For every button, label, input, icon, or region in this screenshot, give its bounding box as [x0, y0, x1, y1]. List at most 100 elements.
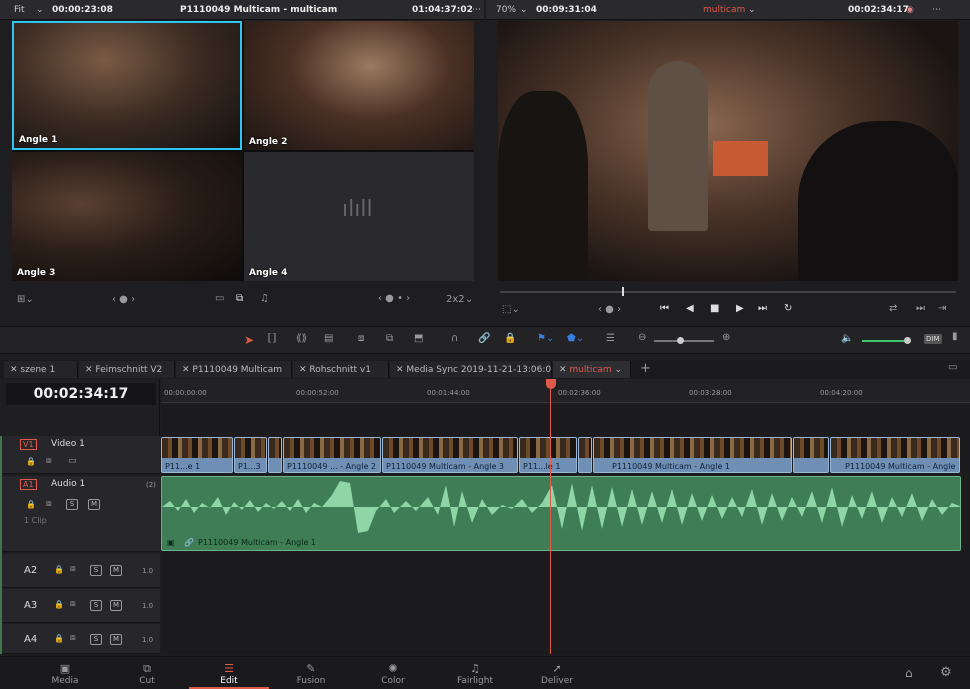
- mute-button[interactable]: M: [110, 565, 122, 576]
- page-color[interactable]: ✺ Color: [353, 658, 433, 689]
- go-to-start-icon[interactable]: ⏮: [660, 303, 669, 314]
- auto-select-icon[interactable]: ⧈: [70, 599, 76, 609]
- video-clip[interactable]: [268, 437, 282, 473]
- video-clip[interactable]: P1110049 Multicam - Angle 1: [830, 437, 960, 473]
- color-wheel-icon[interactable]: ◉: [906, 5, 914, 15]
- video-clip[interactable]: P1110049 Multicam - Angle 3: [382, 437, 518, 473]
- replace-clip-icon[interactable]: ⬒: [414, 333, 423, 344]
- loop-icon[interactable]: ↻: [784, 303, 792, 314]
- solo-button[interactable]: S: [90, 600, 102, 611]
- auto-select-icon[interactable]: ⧈: [46, 499, 52, 509]
- multicam-grid-icon[interactable]: ⊞⌄: [17, 294, 34, 305]
- mute-button[interactable]: M: [110, 600, 122, 611]
- stop-icon[interactable]: ■: [710, 303, 719, 314]
- zoom-in-icon[interactable]: ⊕: [722, 332, 730, 343]
- video-clip[interactable]: P1...3: [234, 437, 267, 473]
- tab-szene-1[interactable]: ✕ szene 1: [4, 361, 78, 378]
- overwrite-clip-icon[interactable]: ⧉: [386, 333, 393, 344]
- mute-button[interactable]: M: [88, 499, 100, 510]
- dynamic-trim-icon[interactable]: ⟪⟫: [296, 333, 307, 344]
- scrubber-playhead[interactable]: [622, 287, 624, 296]
- screen-icon[interactable]: ▭: [215, 293, 224, 304]
- volume-slider-handle[interactable]: [904, 337, 911, 344]
- speaker-icon[interactable]: 🔈: [841, 333, 853, 344]
- video-clip[interactable]: [578, 437, 592, 473]
- video-clip[interactable]: P11...e 1: [161, 437, 233, 473]
- timeline-ruler[interactable]: 00:00:00:00 00:00:52:00 00:01:44:00 00:0…: [161, 379, 970, 403]
- solo-button[interactable]: S: [90, 565, 102, 576]
- tab-p1110049-multicam[interactable]: ✕ P1110049 Multicam: [176, 361, 292, 378]
- angle-page-nav[interactable]: ‹ ● • ›: [378, 293, 410, 304]
- trim-tool-icon[interactable]: ⟦⟧: [267, 333, 277, 344]
- chevron-down-icon[interactable]: ⌄: [612, 365, 623, 375]
- track-id-badge[interactable]: A1: [20, 479, 37, 490]
- angle-4-tile[interactable]: ılıll Angle 4: [244, 152, 474, 281]
- lock-icon[interactable]: 🔒: [54, 600, 64, 609]
- volume-slider[interactable]: [862, 340, 908, 342]
- video-clip[interactable]: [793, 437, 829, 473]
- timeline-options-icon[interactable]: ▭: [948, 362, 957, 373]
- page-fusion[interactable]: ✎ Fusion: [271, 658, 351, 689]
- track-visibility-icon[interactable]: ▭: [68, 456, 77, 466]
- more-options-icon[interactable]: ⋯: [472, 5, 481, 15]
- fit-dropdown[interactable]: Fit: [14, 5, 25, 15]
- go-to-end-icon[interactable]: ⏭: [758, 303, 767, 314]
- lock-icon[interactable]: 🔒: [26, 500, 36, 509]
- tab-multicam[interactable]: ✕ multicam ⌄: [553, 361, 631, 378]
- match-frame-icon[interactable]: ⇄: [889, 303, 897, 314]
- zoom-slider[interactable]: [654, 340, 714, 342]
- grid-size-dropdown[interactable]: 2x2: [446, 294, 465, 305]
- previous-edit-icon[interactable]: ⏭: [916, 303, 925, 314]
- flag-icon[interactable]: ⚑⌄: [537, 333, 554, 344]
- close-icon[interactable]: ✕: [559, 365, 569, 375]
- auto-select-icon[interactable]: ⧈: [46, 456, 52, 466]
- video-clip[interactable]: P11...le 1: [519, 437, 577, 473]
- program-scrubber[interactable]: [500, 291, 956, 293]
- home-icon[interactable]: ⌂: [905, 666, 913, 680]
- page-media[interactable]: ▣ Media: [25, 658, 105, 689]
- blade-tool-icon[interactable]: ▤: [324, 333, 333, 344]
- page-dots[interactable]: ‹ ● ›: [598, 304, 621, 315]
- solo-button[interactable]: S: [66, 499, 78, 510]
- timeline-timecode[interactable]: 00:02:34:17: [6, 383, 156, 405]
- close-icon[interactable]: ✕: [85, 365, 95, 375]
- linked-selection-icon[interactable]: 🔗: [478, 333, 490, 344]
- snapping-icon[interactable]: ∩: [451, 333, 458, 344]
- chevron-down-icon[interactable]: ⌄: [36, 5, 44, 15]
- page-cut[interactable]: ⧉ Cut: [107, 658, 187, 689]
- more-options-icon[interactable]: ⋯: [932, 5, 941, 15]
- zoom-dropdown[interactable]: 70%: [496, 5, 516, 15]
- angle-3-tile[interactable]: Angle 3: [12, 152, 242, 281]
- auto-select-icon[interactable]: ⧈: [70, 633, 76, 643]
- dim-button[interactable]: DIM: [924, 334, 942, 344]
- mute-button[interactable]: M: [110, 634, 122, 645]
- play-icon[interactable]: ▶: [736, 303, 744, 314]
- marker-icon[interactable]: ⬟⌄: [567, 333, 584, 344]
- insert-clip-icon[interactable]: ⧈: [358, 333, 364, 344]
- selection-tool-icon[interactable]: ➤: [244, 333, 254, 347]
- angle-2-tile[interactable]: Angle 2: [244, 21, 474, 150]
- page-edit[interactable]: ☰ Edit: [189, 658, 269, 689]
- page-deliver[interactable]: ➚ Deliver: [517, 658, 597, 689]
- add-tab-icon[interactable]: +: [640, 361, 651, 376]
- play-reverse-icon[interactable]: ◀: [686, 303, 694, 314]
- page-fairlight[interactable]: ♫ Fairlight: [435, 658, 515, 689]
- chevron-down-icon[interactable]: ⌄: [465, 294, 473, 305]
- close-icon[interactable]: ✕: [10, 365, 20, 375]
- audio-clip[interactable]: ▣ 🔗 P1110049 Multicam - Angle 1: [161, 476, 961, 551]
- position-lock-icon[interactable]: 🔒: [504, 333, 516, 344]
- video-clip[interactable]: P1110049 ... - Angle 2: [283, 437, 381, 473]
- angle-1-tile[interactable]: Angle 1: [12, 21, 242, 150]
- close-icon[interactable]: ✕: [182, 365, 192, 375]
- chevron-down-icon[interactable]: ⌄: [520, 5, 528, 15]
- track-id-badge[interactable]: V1: [20, 439, 37, 450]
- next-clip-icon[interactable]: ⇥: [938, 303, 946, 314]
- tab-media-sync[interactable]: ✕ Media Sync 2019-11-21-13:06:06: [390, 361, 552, 378]
- timeline-name-dropdown[interactable]: multicam: [703, 5, 745, 15]
- video-audio-switch-icon[interactable]: ⧉: [236, 293, 243, 304]
- tab-rohschnitt[interactable]: ✕ Rohschnitt v1: [293, 361, 389, 378]
- settings-icon[interactable]: ⚙: [940, 665, 952, 680]
- page-dots[interactable]: ‹ ● ›: [112, 294, 135, 305]
- zoom-slider-handle[interactable]: [677, 337, 684, 344]
- timeline-view-icon[interactable]: ☰: [606, 333, 615, 344]
